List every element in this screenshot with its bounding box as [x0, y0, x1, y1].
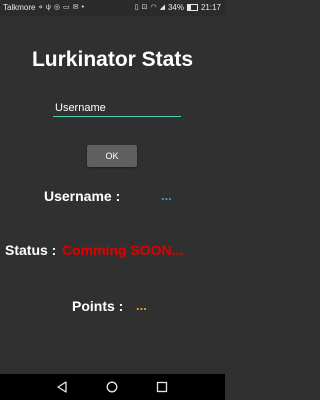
messenger-icon: ▭	[62, 4, 70, 11]
more-dot-icon: •	[81, 4, 84, 11]
ok-button[interactable]: OK	[87, 145, 137, 167]
instagram-icon: ◎	[53, 4, 60, 11]
carrier-name: Talkmore	[3, 3, 36, 12]
back-icon[interactable]	[56, 381, 68, 393]
status-label: Status :	[5, 242, 57, 258]
status-bar-left: Talkmore ⋄ ψ ◎ ▭ ✉ •	[3, 3, 84, 12]
status-bar: Talkmore ⋄ ψ ◎ ▭ ✉ • ▯ ⊡ ◠ ◢ 34% 21:17	[0, 0, 225, 16]
home-icon[interactable]	[106, 381, 118, 393]
status-bar-right: ▯ ⊡ ◠ ◢ 34% 21:17	[135, 3, 221, 12]
vibrate-mode-icon: ▯	[134, 4, 139, 11]
username-label: Username :	[44, 188, 121, 204]
vibrate-icon: ⋄	[38, 4, 43, 11]
clock: 21:17	[200, 3, 221, 12]
page-title: Lurkinator Stats	[31, 48, 194, 71]
battery-percent: 34%	[167, 3, 184, 12]
points-label: Points :	[72, 298, 124, 314]
status-value: Comming SOON...	[62, 242, 184, 258]
usb-icon: ψ	[45, 4, 51, 11]
recents-icon[interactable]	[156, 381, 168, 393]
navigation-bar	[0, 374, 225, 400]
username-input[interactable]	[53, 101, 181, 117]
wifi-icon: ◠	[150, 4, 157, 11]
points-value: ...	[136, 298, 147, 313]
signal-icon: ◢	[159, 4, 165, 11]
battery-icon	[186, 4, 198, 11]
alarm-icon: ⊡	[141, 4, 148, 11]
mail-icon: ✉	[72, 4, 79, 11]
username-value: ...	[161, 188, 172, 203]
